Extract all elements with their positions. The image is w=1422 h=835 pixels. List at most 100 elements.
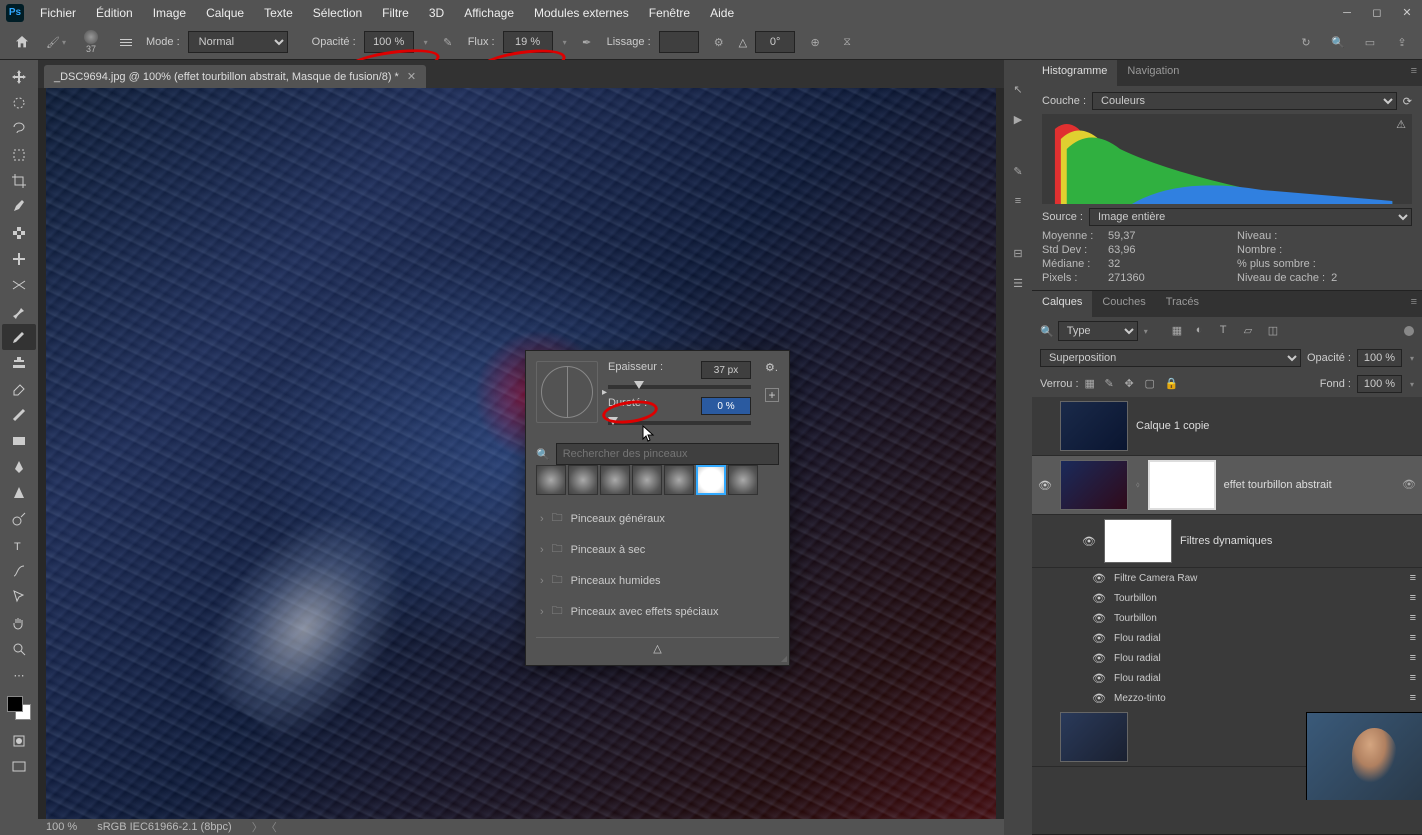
brush-folder[interactable]: ›🗀Pinceaux généraux bbox=[536, 503, 779, 534]
mask-thumbnail[interactable] bbox=[1148, 460, 1216, 510]
maximize-button[interactable]: ◻ bbox=[1362, 0, 1392, 25]
info-icon[interactable]: ☰ bbox=[1009, 274, 1027, 292]
gradient-tool[interactable] bbox=[2, 402, 36, 428]
brush-folder[interactable]: ›🗀Pinceaux humides bbox=[536, 565, 779, 596]
brush-preset[interactable] bbox=[728, 465, 758, 495]
brush-preset[interactable] bbox=[536, 465, 566, 495]
brush-folder[interactable]: ›🗀Pinceaux avec effets spéciaux bbox=[536, 596, 779, 627]
visibility-toggle[interactable]: 👁 bbox=[1092, 631, 1106, 645]
tab-histogramme[interactable]: Histogramme bbox=[1032, 60, 1117, 86]
filter-settings-icon[interactable]: ≡ bbox=[1410, 592, 1416, 604]
stamp-tool[interactable] bbox=[2, 272, 36, 298]
filter-settings-icon[interactable]: ≡ bbox=[1410, 672, 1416, 684]
menu-affichage[interactable]: Affichage bbox=[454, 2, 524, 24]
color-swatches[interactable] bbox=[7, 696, 31, 720]
visibility-toggle[interactable]: 👁 bbox=[1092, 671, 1106, 685]
filter-settings-icon[interactable]: ≡ bbox=[1410, 652, 1416, 664]
hardness-input[interactable] bbox=[701, 397, 751, 415]
visibility-toggle[interactable]: 👁 bbox=[1092, 691, 1106, 705]
pen-tool[interactable] bbox=[2, 454, 36, 480]
menu-aide[interactable]: Aide bbox=[700, 2, 744, 24]
close-button[interactable]: ✕ bbox=[1392, 0, 1422, 25]
brush-preset[interactable] bbox=[600, 465, 630, 495]
thickness-input[interactable] bbox=[701, 361, 751, 379]
eraser-tool[interactable] bbox=[2, 376, 36, 402]
crop-tool[interactable] bbox=[2, 168, 36, 194]
quick-mask[interactable] bbox=[2, 728, 36, 754]
brushes-panel-icon[interactable]: ↖ bbox=[1009, 80, 1027, 98]
visibility-toggle[interactable]: 👁 bbox=[1092, 591, 1106, 605]
brush-tool-icon[interactable]: 🖌▾ bbox=[44, 30, 68, 54]
visibility-toggle[interactable]: 👁 bbox=[1092, 651, 1106, 665]
brush-preset[interactable] bbox=[568, 465, 598, 495]
gear-icon[interactable]: ⚙. bbox=[765, 361, 779, 374]
source-select[interactable]: Image entière bbox=[1089, 208, 1412, 226]
target-icon[interactable]: ⊕ bbox=[803, 30, 827, 54]
adjustments-icon[interactable]: ✎ bbox=[1009, 162, 1027, 180]
zoom-tool[interactable] bbox=[2, 636, 36, 662]
patch-tool[interactable] bbox=[2, 246, 36, 272]
menu-selection[interactable]: Sélection bbox=[303, 2, 372, 24]
text-tool[interactable]: T bbox=[2, 532, 36, 558]
layer-row[interactable]: 👁 ⬨ effet tourbillon abstrait 👁 bbox=[1032, 456, 1422, 515]
visibility-toggle[interactable] bbox=[1038, 419, 1052, 433]
filter-row[interactable]: 👁Tourbillon≡ bbox=[1032, 608, 1422, 628]
filter-settings-icon[interactable]: ≡ bbox=[1410, 692, 1416, 704]
layer-thumbnail[interactable] bbox=[1060, 401, 1128, 451]
brush-tool[interactable] bbox=[2, 324, 36, 350]
history-brush-tool[interactable] bbox=[2, 298, 36, 324]
menu-texte[interactable]: Texte bbox=[254, 2, 303, 24]
menu-modules[interactable]: Modules externes bbox=[524, 2, 639, 24]
filter-adjust-icon[interactable]: ◐ bbox=[1196, 324, 1210, 338]
tab-traces[interactable]: Tracés bbox=[1156, 291, 1209, 317]
lock-all-icon[interactable]: 🔒 bbox=[1165, 377, 1179, 391]
blend-mode-select-layers[interactable]: Superposition bbox=[1040, 349, 1301, 367]
filter-smart-icon[interactable]: ◫ bbox=[1268, 324, 1282, 338]
lock-artboard-icon[interactable]: ▢ bbox=[1145, 377, 1159, 391]
symmetry-icon[interactable]: ⧖ bbox=[835, 30, 859, 54]
tab-couches[interactable]: Couches bbox=[1092, 291, 1155, 317]
layer-thumbnail[interactable] bbox=[1060, 712, 1128, 762]
blend-mode-select[interactable]: Normal bbox=[188, 31, 288, 53]
blur-tool[interactable] bbox=[2, 480, 36, 506]
filter-row[interactable]: 👁Tourbillon≡ bbox=[1032, 588, 1422, 608]
filter-row[interactable]: 👁Flou radial≡ bbox=[1032, 668, 1422, 688]
filter-settings-icon[interactable]: ≡ bbox=[1410, 612, 1416, 624]
filter-text-icon[interactable]: T bbox=[1220, 324, 1234, 338]
menu-edition[interactable]: Édition bbox=[86, 2, 143, 24]
brush-preset[interactable] bbox=[696, 465, 726, 495]
brush-preset-picker[interactable]: 37 bbox=[76, 27, 106, 57]
eyedropper-tool[interactable] bbox=[2, 194, 36, 220]
brush-preset[interactable] bbox=[664, 465, 694, 495]
menu-3d[interactable]: 3D bbox=[419, 2, 454, 24]
menu-filtre[interactable]: Filtre bbox=[372, 2, 419, 24]
tab-navigation[interactable]: Navigation bbox=[1117, 60, 1189, 86]
airbrush-icon[interactable]: ✒ bbox=[575, 30, 599, 54]
menu-fenetre[interactable]: Fenêtre bbox=[639, 2, 700, 24]
menu-image[interactable]: Image bbox=[143, 2, 196, 24]
angle-input[interactable] bbox=[755, 31, 795, 53]
play-icon[interactable]: ▶ bbox=[1009, 110, 1027, 128]
direct-select-tool[interactable] bbox=[2, 584, 36, 610]
lock-position-icon[interactable]: ✎ bbox=[1105, 377, 1119, 391]
workspace-icon[interactable]: ▭ bbox=[1358, 30, 1382, 54]
layer-filter-select[interactable]: Type bbox=[1058, 321, 1138, 341]
menu-calque[interactable]: Calque bbox=[196, 2, 254, 24]
screen-mode[interactable] bbox=[2, 754, 36, 780]
smoothing-input[interactable] bbox=[659, 31, 699, 53]
menu-fichier[interactable]: Fichier bbox=[30, 2, 86, 24]
home-icon[interactable] bbox=[8, 30, 36, 54]
filter-toggle[interactable] bbox=[1404, 326, 1414, 336]
visibility-toggle[interactable] bbox=[1038, 730, 1052, 744]
new-preset-icon[interactable]: + bbox=[765, 388, 779, 402]
minimize-button[interactable]: ─ bbox=[1332, 0, 1362, 25]
properties-icon[interactable]: ⊟ bbox=[1009, 244, 1027, 262]
filter-settings-icon[interactable]: ≡ bbox=[1410, 572, 1416, 584]
brush-angle-picker[interactable] bbox=[536, 361, 598, 423]
marquee-tool[interactable] bbox=[2, 90, 36, 116]
hardness-slider[interactable] bbox=[608, 421, 751, 425]
clone-tool[interactable] bbox=[2, 350, 36, 376]
visibility-toggle[interactable]: 👁 bbox=[1038, 478, 1052, 492]
brush-folder[interactable]: ›🗀Pinceaux à sec bbox=[536, 534, 779, 565]
path-tool[interactable] bbox=[2, 558, 36, 584]
